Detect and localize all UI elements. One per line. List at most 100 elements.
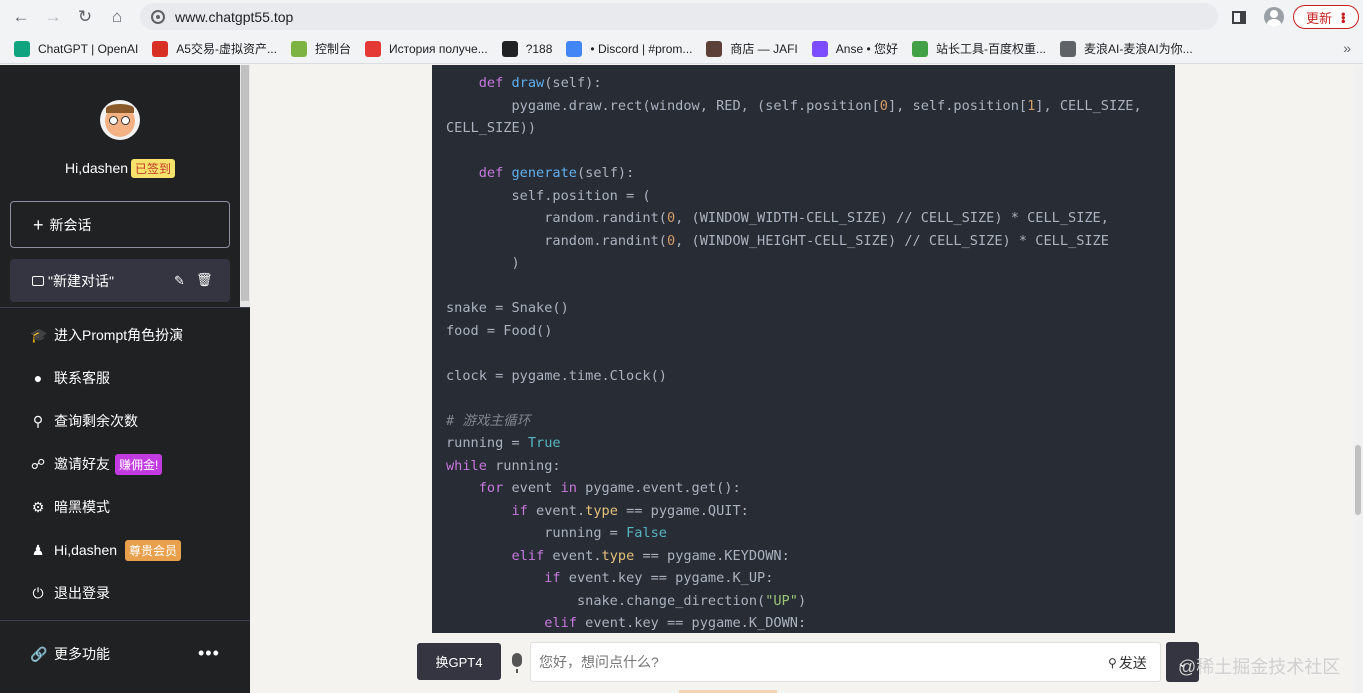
bookmark-label: 控制台: [314, 42, 351, 56]
edit-icon[interactable]: ✎: [174, 273, 185, 289]
avatar[interactable]: [100, 100, 140, 140]
microphone-icon[interactable]: [512, 653, 522, 673]
code-line: self.position = (: [446, 187, 651, 204]
graduation-cap-icon: 🎓: [30, 326, 48, 343]
code-line: food = Food(): [446, 322, 553, 339]
code-block: def draw(self): pygame.draw.rect(window,…: [432, 65, 1175, 633]
menu-label: 邀请好友: [54, 456, 110, 472]
menu-label: 联系客服: [54, 370, 110, 386]
invite-tag: 赚佣金!: [115, 453, 163, 475]
user-icon: ♟: [31, 541, 45, 558]
bookmark-favicon-icon: [14, 40, 30, 57]
send-button[interactable]: ⚲ 发送: [1108, 653, 1147, 673]
main-scrollbar[interactable]: [1353, 65, 1363, 693]
chat-input[interactable]: [530, 642, 1161, 682]
bookmark-item[interactable]: Anse • 您好: [811, 40, 898, 57]
code-line: random.randint(0, (WINDOW_WIDTH-CELL_SIZ…: [446, 210, 1109, 226]
trash-icon[interactable]: 🗑: [196, 272, 213, 288]
bookmark-item[interactable]: История получе...: [364, 40, 488, 57]
input-bar: 换GPT4 ⚲ 发送 ⌄ @稀土掘金技术社区: [250, 633, 1353, 693]
bookmark-item[interactable]: 麦浪AI-麦浪AI为你...: [1060, 40, 1193, 57]
menu-item-prompt[interactable]: 🎓 进入Prompt角色扮演: [30, 323, 183, 347]
bookmark-item[interactable]: • Discord | #prom...: [566, 40, 692, 57]
signed-badge: 已签到: [131, 159, 176, 178]
bookmark-item[interactable]: A5交易-虚拟资产...: [152, 40, 277, 57]
code-line: elif event.type == pygame.KEYDOWN:: [511, 547, 790, 564]
send-label: 发送: [1118, 655, 1147, 671]
search-icon: ⚲: [32, 412, 44, 429]
chat-bubble-icon: [32, 275, 44, 286]
bookmark-favicon-icon: [811, 40, 828, 57]
menu-item-invite[interactable]: ☍ 邀请好友 赚佣金!: [30, 452, 163, 476]
conversation-title: "新建对话": [48, 272, 114, 289]
bookmark-label: ChatGPT | OpenAI: [38, 41, 139, 56]
menu-dots-icon: •••: [1336, 11, 1351, 23]
code-line: CELL_SIZE)): [446, 120, 537, 136]
bookmark-label: 站长工具-百度权重...: [936, 42, 1046, 56]
bookmark-favicon-icon: [912, 40, 928, 57]
back-arrow-icon[interactable]: ←: [5, 3, 37, 31]
menu-label: 退出登录: [54, 585, 110, 601]
menu-item-logout[interactable]: ⏻ 退出登录: [30, 581, 110, 605]
new-chat-button[interactable]: + 新会话: [10, 201, 230, 248]
update-button[interactable]: 更新 •••: [1292, 5, 1359, 29]
code-line: for event in pygame.event.get():: [478, 480, 741, 496]
code-line: running = False: [446, 525, 667, 541]
code-line: def generate(self):: [478, 165, 635, 181]
menu-label: Hi,dashen: [54, 542, 118, 558]
new-chat-label: 新会话: [49, 216, 92, 233]
bookmarks-bar: ChatGPT | OpenAI A5交易-虚拟资产... 控制台 История п…: [0, 34, 1363, 64]
code-text: def draw(self): pygame.draw.rect(window,…: [446, 72, 1142, 633]
menu-item-remaining[interactable]: ⚲ 查询剩余次数: [30, 409, 138, 433]
menu-item-user[interactable]: ♟ Hi,dashen 尊贵会员: [30, 538, 182, 562]
bookmark-label: История получе...: [388, 41, 488, 56]
sidebar-scrollbar[interactable]: [240, 65, 250, 308]
url-text[interactable]: www.chatgpt55.top: [175, 9, 293, 25]
switch-gpt4-button[interactable]: 换GPT4: [417, 643, 501, 680]
bookmark-item[interactable]: ?188: [501, 40, 553, 57]
menu-item-support[interactable]: ● 联系客服: [30, 366, 110, 390]
side-panel-icon[interactable]: [1231, 10, 1246, 24]
code-line: while running:: [446, 457, 561, 474]
bookmark-favicon-icon: [501, 40, 518, 57]
bookmark-item[interactable]: 商店 — JAFI: [706, 40, 798, 57]
bookmark-label: A5交易-虚拟资产...: [176, 42, 277, 56]
user-greeting: Hi,dashen 已签到: [0, 159, 240, 178]
bookmark-favicon-icon: [290, 40, 307, 57]
bookmark-item[interactable]: ChatGPT | OpenAI: [14, 40, 139, 57]
forward-arrow-icon[interactable]: →: [37, 3, 69, 31]
bookmarks-more-icon[interactable]: »: [1343, 40, 1351, 56]
more-options-icon[interactable]: •••: [198, 643, 220, 664]
reload-icon[interactable]: ↻: [69, 3, 101, 31]
home-icon[interactable]: ⌂: [101, 3, 133, 31]
code-line: ): [446, 255, 520, 271]
plus-icon: +: [33, 214, 44, 235]
conversation-item[interactable]: "新建对话" ✎ 🗑: [10, 259, 230, 302]
menu-item-dark-mode[interactable]: ⚙ 暗黑模式: [30, 495, 110, 519]
code-line: clock = pygame.time.Clock(): [446, 367, 667, 384]
bookmark-favicon-icon: [152, 40, 169, 57]
site-info-icon[interactable]: [151, 9, 165, 24]
menu-label: 更多功能: [54, 646, 110, 662]
bookmark-label: ?188: [525, 41, 553, 56]
address-bar[interactable]: www.chatgpt55.top: [140, 3, 1218, 30]
power-icon: ⏻: [32, 584, 44, 601]
divider: [0, 307, 250, 308]
browser-toolbar: ← → ↻ ⌂ www.chatgpt55.top 更新 •••: [0, 0, 1363, 34]
code-line: # 游戏主循环: [446, 412, 531, 429]
main-content: def draw(self): pygame.draw.rect(window,…: [250, 65, 1363, 693]
code-line: running = True: [446, 435, 561, 451]
bookmark-label: Anse • 您好: [835, 42, 898, 56]
bookmark-item[interactable]: 站长工具-百度权重...: [912, 40, 1046, 57]
profile-icon[interactable]: [1263, 7, 1284, 27]
code-line: if event.type == pygame.QUIT:: [511, 502, 749, 519]
menu-item-more[interactable]: 🔗 更多功能: [30, 642, 110, 666]
bookmark-item[interactable]: 控制台: [290, 40, 351, 57]
code-line: if event.key == pygame.K_UP:: [544, 570, 774, 586]
share-icon: ☍: [30, 455, 46, 472]
bookmark-favicon-icon: [566, 40, 583, 57]
